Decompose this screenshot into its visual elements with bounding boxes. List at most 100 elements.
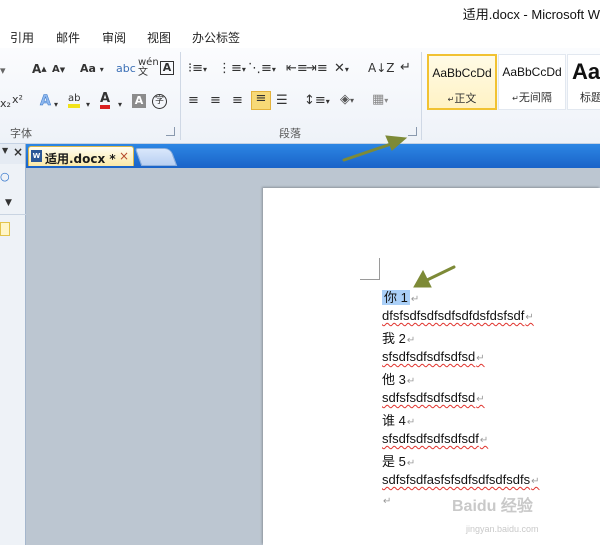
style-name: 标题 <box>580 91 600 104</box>
document-page[interactable] <box>263 188 600 545</box>
doc-tab-label: 适用.docx * <box>45 152 116 166</box>
word-doc-icon: W <box>31 150 42 162</box>
doc-line[interactable]: 我 2↵ <box>382 328 415 347</box>
ribbon: ▾ A▲ A▼ Aa ▾ abc wén 文 A x₂ x² A ▾ ab ▾ A… <box>0 48 600 144</box>
style-normal[interactable]: AaBbCcDd ↵正文 <box>427 54 497 110</box>
new-tab-button[interactable] <box>134 148 178 166</box>
font-color-dropdown-icon[interactable]: ▾ <box>118 98 122 112</box>
doc-text: sdfsfsdfsdfsdfsd <box>382 390 476 405</box>
multilevel-list-button[interactable]: ⋱≡▾ <box>248 62 276 77</box>
baidu-watermark: Baidu 经验 <box>452 498 533 515</box>
close-tab-icon[interactable]: × <box>119 149 129 163</box>
paragraph-group-label: 段落 <box>279 127 301 140</box>
style-sample: AaBbCcDd <box>502 65 562 79</box>
subscript-icon[interactable]: x₂ <box>0 97 11 111</box>
navigation-pane: ○ ▼ <box>0 164 26 545</box>
style-heading[interactable]: Aa 标题 <box>567 54 600 110</box>
tab-review[interactable]: 审阅 <box>102 29 126 46</box>
font-group-label: 字体 <box>10 127 32 140</box>
char-border-button[interactable]: A <box>160 61 174 75</box>
grow-font-button[interactable]: A▲ <box>32 62 47 76</box>
window-title: 适用.docx - Microsoft W <box>462 7 600 22</box>
doc-text: dfsfsdfsdfsdfsdfdsfdsfsdf <box>382 308 525 323</box>
text-effect-button[interactable]: A <box>40 94 51 109</box>
paragraph-mark: ↵ <box>531 476 540 487</box>
borders-button[interactable]: ▦▾ <box>372 93 388 108</box>
superscript-icon[interactable]: x² <box>12 93 23 107</box>
doc-line[interactable]: 他 3↵ <box>382 369 415 388</box>
char-shading-button[interactable]: A <box>132 94 146 108</box>
ribbon-tabs: 引用 邮件 审阅 视图 办公标签 <box>0 24 600 48</box>
doc-text: 是 5 <box>382 454 406 469</box>
dropdown-icon[interactable]: ▼ <box>2 146 8 155</box>
paragraph-mark: ↵ <box>476 394 485 405</box>
baidu-watermark-url: jingyan.baidu.com <box>466 524 539 534</box>
paragraph-mark: ↵ <box>410 294 420 305</box>
increase-indent-button[interactable]: ⇥≡ <box>306 62 328 76</box>
font-color-button[interactable]: A <box>100 92 111 109</box>
align-left-button[interactable]: ≡ <box>188 94 199 108</box>
margin-corner-mark <box>379 258 380 280</box>
align-right-button[interactable]: ≡ <box>232 94 243 108</box>
doc-line[interactable]: sdfsfsdfsdfsdfsd↵ <box>382 390 485 405</box>
change-case-button[interactable]: Aa ▾ <box>80 62 104 77</box>
paragraph-mark: ↵ <box>476 353 485 364</box>
doc-text: sdfsfsdfasfsfsdfsdfsdfsdfs <box>382 472 531 487</box>
dropdown-arrow-icon[interactable]: ▼ <box>5 198 12 208</box>
tab-office-tabs[interactable]: 办公标签 <box>192 29 240 46</box>
shrink-font-button[interactable]: A▼ <box>52 63 65 77</box>
doc-text: 他 3 <box>382 372 406 387</box>
style-sample: Aa <box>572 59 600 84</box>
doc-line[interactable]: sfsdfsdfsdfsdfsdf↵ <box>382 431 488 446</box>
phonetic-guide-button[interactable]: wén 文 <box>138 58 159 78</box>
tab-document[interactable]: W 适用.docx * × <box>28 146 134 166</box>
doc-line[interactable]: dfsfsdfsdfsdfsdfdsfdsfsdf↵ <box>382 308 534 323</box>
doc-line[interactable]: 是 5↵ <box>382 451 415 470</box>
doc-line[interactable]: sdfsfsdfasfsfsdfsdfsdfsdfs↵ <box>382 472 540 487</box>
justify-button[interactable]: ≡ <box>251 91 271 110</box>
tab-references[interactable]: 引用 <box>10 29 34 46</box>
enclose-char-button[interactable]: 字 <box>152 94 167 109</box>
align-center-button[interactable]: ≡ <box>210 94 221 108</box>
shading-button[interactable]: ◈▾ <box>340 93 354 108</box>
sort-button[interactable]: A↓Z <box>368 61 394 75</box>
line-spacing-button[interactable]: ↕≡▾ <box>304 94 330 109</box>
font-dialog-launcher[interactable] <box>166 127 175 136</box>
doc-line[interactable]: ↵ <box>382 492 391 507</box>
numbering-button[interactable]: ⋮≡▾ <box>218 62 246 77</box>
style-sample: AaBbCcDd <box>432 66 492 80</box>
show-marks-button[interactable]: ↵ <box>400 61 411 75</box>
decrease-indent-button[interactable]: ⇤≡ <box>286 62 308 76</box>
paragraph-mark: ↵ <box>406 417 416 428</box>
doc-text: 我 2 <box>382 331 406 346</box>
paragraph-mark: ↵ <box>406 458 416 469</box>
ribbon-separator <box>421 52 422 140</box>
divider <box>0 214 26 215</box>
paragraph-mark: ↵ <box>406 376 416 387</box>
clear-format-button[interactable]: abc <box>116 62 136 76</box>
text-effect-dropdown-icon[interactable]: ▾ <box>54 98 58 112</box>
close-icon[interactable]: × <box>13 145 23 159</box>
doc-line[interactable]: 谁 4↵ <box>382 410 415 429</box>
paragraph-mark: ↵ <box>406 335 416 346</box>
nav-pane-header: ▼ × <box>0 144 26 164</box>
font-size-dropdown-icon[interactable]: ▾ <box>0 64 6 78</box>
search-icon[interactable]: ○ <box>0 170 10 183</box>
tab-view[interactable]: 视图 <box>147 29 171 46</box>
highlight-button[interactable]: ab <box>68 93 81 108</box>
title-bar: 适用.docx - Microsoft W <box>0 0 600 24</box>
margin-corner-mark <box>360 279 380 280</box>
distributed-button[interactable]: ☰ <box>276 94 288 108</box>
doc-line[interactable]: sfsdfsdfsdfsdfsd↵ <box>382 349 485 364</box>
paragraph-mark: ↵ <box>383 496 392 507</box>
chinese-layout-button[interactable]: ✕▾ <box>334 62 349 77</box>
style-no-spacing[interactable]: AaBbCcDd ↵无间隔 <box>498 54 566 110</box>
bullets-button[interactable]: ⁝≡▾ <box>188 62 207 77</box>
highlight-dropdown-icon[interactable]: ▾ <box>86 98 90 112</box>
nav-item[interactable] <box>0 222 10 236</box>
selected-text[interactable]: 你 1 <box>382 290 410 305</box>
doc-line[interactable]: 你 1 ↵ <box>382 287 419 306</box>
paragraph-dialog-launcher[interactable] <box>408 127 417 136</box>
tab-mailings[interactable]: 邮件 <box>56 29 80 46</box>
doc-text: sfsdfsdfsdfsdfsdf <box>382 431 479 446</box>
